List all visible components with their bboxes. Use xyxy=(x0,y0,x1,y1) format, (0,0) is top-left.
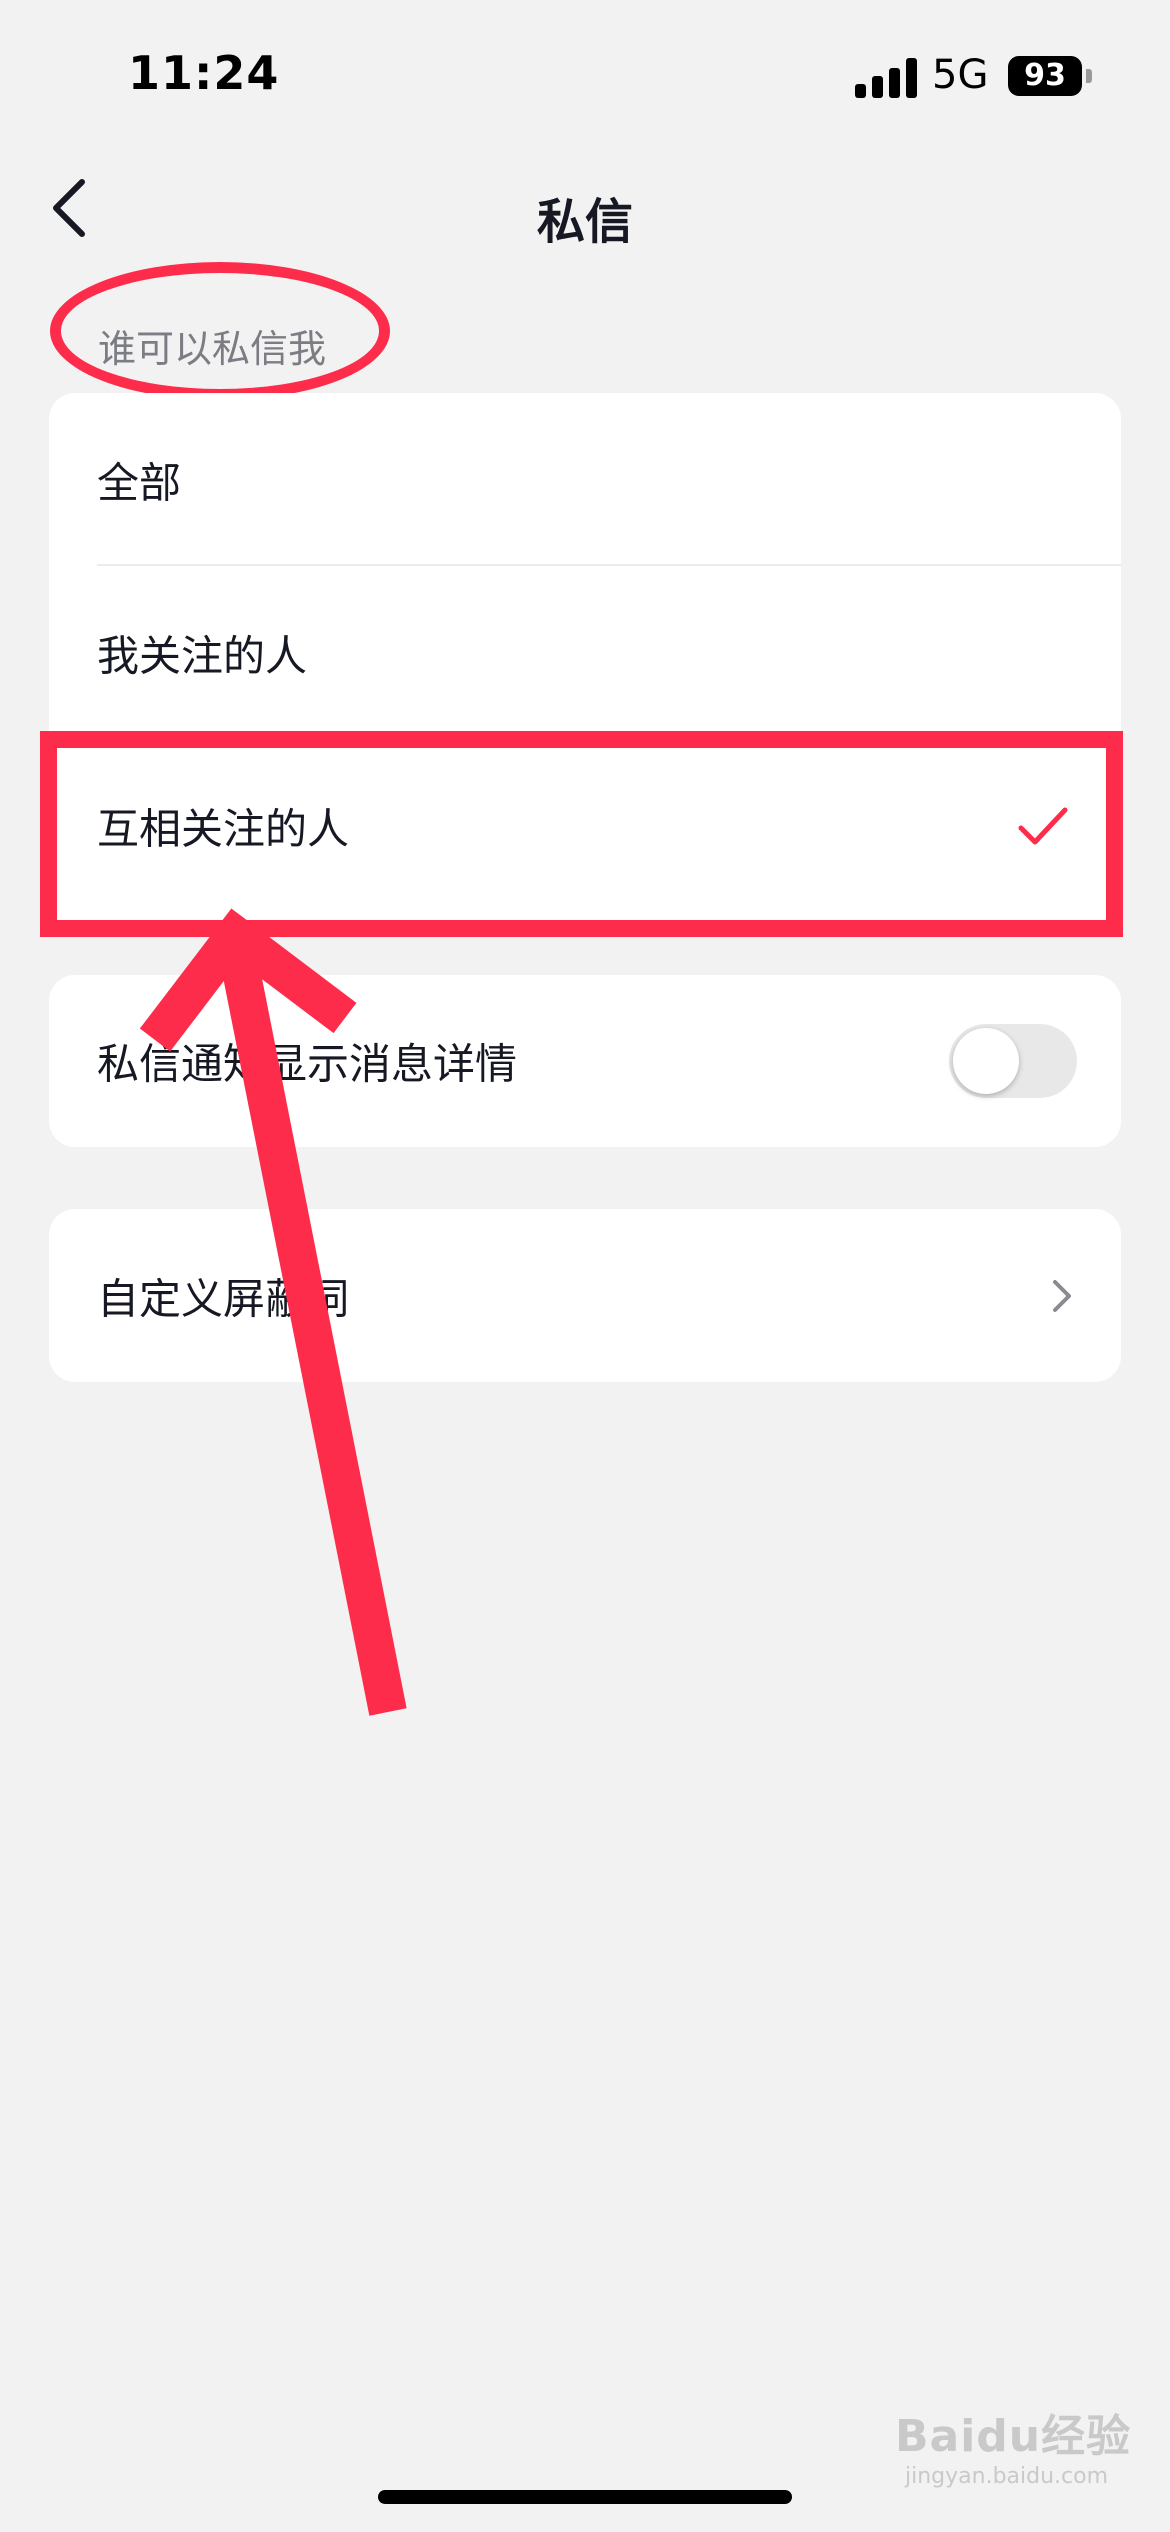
battery-tip xyxy=(1086,69,1092,83)
network-type: 5G xyxy=(932,52,989,98)
annotation-ellipse xyxy=(50,262,390,400)
battery-icon: 93 xyxy=(1008,56,1082,96)
signal-strength-icon xyxy=(855,58,917,98)
chevron-right-icon xyxy=(1053,1279,1071,1312)
status-bar: 11:24 5G 93 xyxy=(0,0,1170,150)
notification-detail-row: 私信通知显示消息详情 xyxy=(49,975,1121,1147)
annotation-highlight-box xyxy=(40,731,1123,937)
privacy-option-all[interactable]: 全部 xyxy=(49,393,1121,566)
blocked-words-label: 自定义屏蔽词 xyxy=(97,1274,350,1323)
home-indicator[interactable] xyxy=(378,2490,792,2504)
option-label: 全部 xyxy=(97,458,182,507)
blocked-words-row[interactable]: 自定义屏蔽词 xyxy=(49,1209,1121,1382)
blocked-words-card: 自定义屏蔽词 xyxy=(49,1209,1121,1382)
option-label: 我关注的人 xyxy=(97,631,308,680)
battery-level: 93 xyxy=(1024,58,1066,93)
watermark-logo: Baidu经验 xyxy=(895,2411,1132,2462)
page-title: 私信 xyxy=(536,194,633,250)
status-time: 11:24 xyxy=(128,46,280,100)
toggle-knob xyxy=(953,1028,1019,1094)
notification-toggle[interactable] xyxy=(949,1024,1077,1098)
nav-bar: 私信 xyxy=(0,160,1170,256)
notification-card: 私信通知显示消息详情 xyxy=(49,975,1121,1147)
privacy-option-following[interactable]: 我关注的人 xyxy=(49,566,1121,739)
notification-label: 私信通知显示消息详情 xyxy=(97,1039,518,1089)
watermark-url: jingyan.baidu.com xyxy=(905,2464,1109,2489)
